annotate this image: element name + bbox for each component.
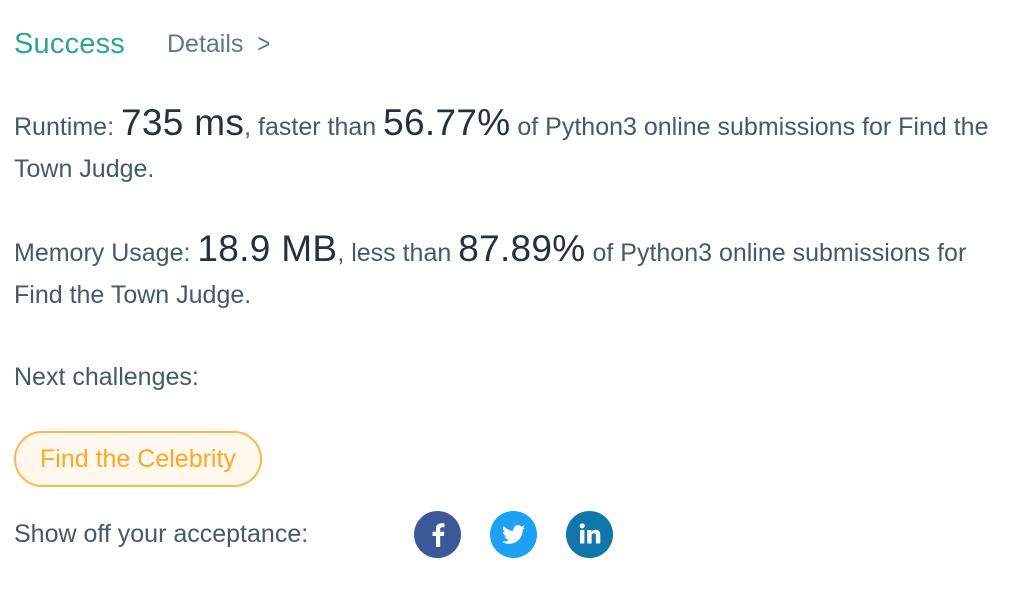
runtime-label: Runtime: [14, 113, 115, 141]
status-success: Success [14, 27, 125, 60]
details-link[interactable]: Details > [167, 28, 271, 59]
next-challenges-label: Next challenges: [14, 363, 199, 391]
linkedin-icon[interactable] [566, 510, 613, 558]
result-header: Success Details > [14, 24, 270, 64]
details-label: Details [167, 29, 244, 58]
share-row: Show off your acceptance: [14, 510, 642, 558]
twitter-icon[interactable] [490, 510, 537, 558]
share-label: Show off your acceptance: [14, 519, 309, 548]
memory-summary: Memory Usage: 18.9 MB, less than 87.89% … [14, 228, 1004, 316]
facebook-icon[interactable] [414, 510, 461, 558]
runtime-percent: 56.77% [383, 102, 511, 143]
memory-label: Memory Usage: [14, 239, 191, 267]
chevron-right-icon: > [257, 28, 271, 59]
runtime-value: 735 ms [121, 102, 245, 143]
memory-comparison: , less than [337, 239, 452, 267]
memory-percent: 87.89% [458, 228, 586, 269]
runtime-summary: Runtime: 735 ms, faster than 56.77% of P… [14, 102, 1004, 190]
runtime-comparison: , faster than [244, 113, 377, 141]
memory-value: 18.9 MB [197, 228, 338, 269]
challenge-find-the-celebrity[interactable]: Find the Celebrity [14, 431, 262, 487]
